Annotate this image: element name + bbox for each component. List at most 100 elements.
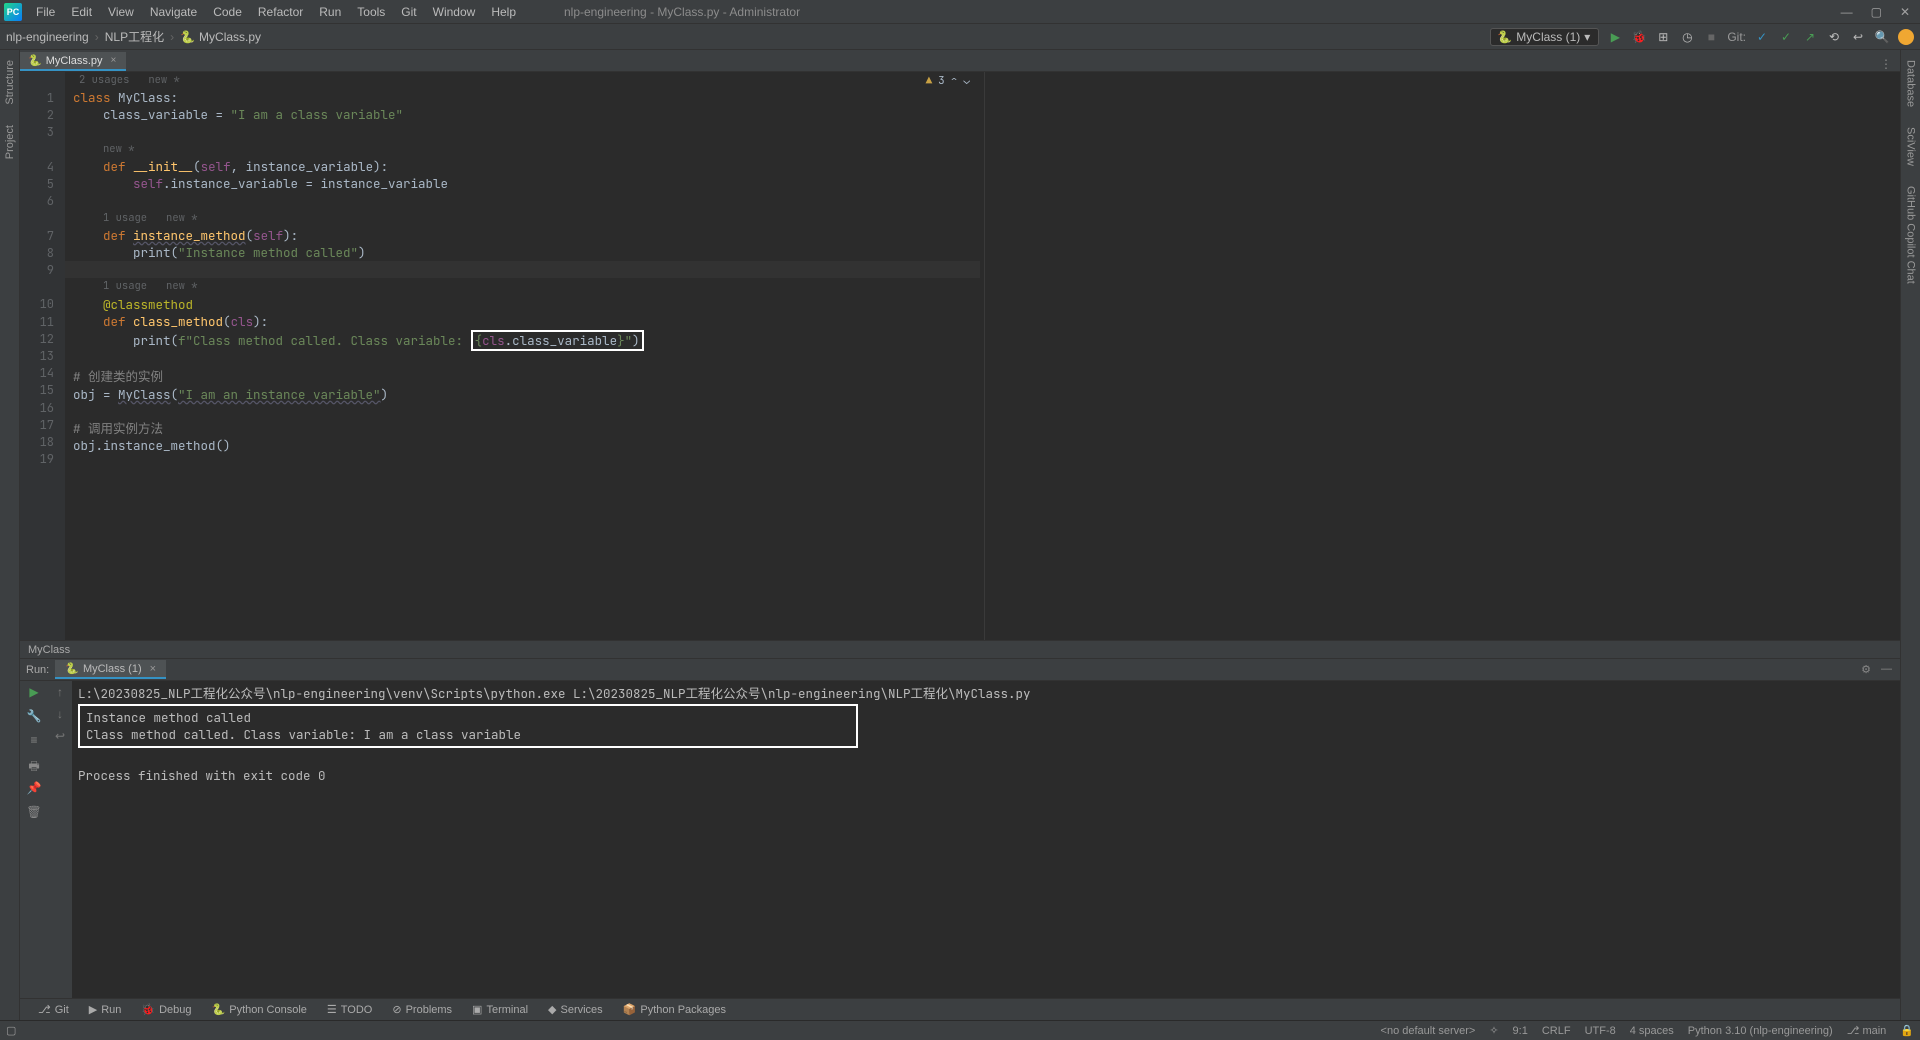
server-status[interactable]: <no default server> [1381, 1025, 1476, 1037]
main-area: Structure Project 🐍 MyClass.py × ⋮ 1 2 3… [0, 50, 1920, 1020]
menu-file[interactable]: File [28, 3, 63, 21]
line-separator[interactable]: CRLF [1542, 1025, 1571, 1037]
menu-window[interactable]: Window [425, 3, 484, 21]
menu-navigate[interactable]: Navigate [142, 3, 205, 21]
exit-message: Process finished with exit code 0 [78, 767, 1894, 784]
copilot-status-icon[interactable]: ✧ [1489, 1024, 1498, 1037]
window-title: nlp-engineering - MyClass.py - Administr… [564, 5, 1841, 19]
project-tool-tab[interactable]: Project [2, 115, 18, 169]
close-tab-icon[interactable]: × [111, 55, 117, 66]
run-button[interactable]: ▶ [1607, 30, 1623, 44]
database-tool-tab[interactable]: Database [1903, 50, 1919, 117]
code-pane[interactable]: ▲ 3 ⌃ ⌄ 2 usages new * class MyClass: cl… [65, 72, 980, 640]
git-tool-tab[interactable]: ⎇Git [28, 1003, 79, 1016]
chevron-down-icon[interactable]: ⌄ [963, 74, 970, 88]
vcs-update-icon[interactable]: ✓ [1754, 30, 1770, 44]
debug-tool-tab[interactable]: 🐞Debug [131, 1003, 201, 1016]
debug-button[interactable]: 🐞 [1631, 30, 1647, 44]
close-tab-icon[interactable]: × [150, 663, 156, 675]
line-num: 18 [20, 434, 54, 451]
file-encoding[interactable]: UTF-8 [1585, 1025, 1616, 1037]
vcs-commit-icon[interactable]: ✓ [1778, 30, 1794, 44]
menu-edit[interactable]: Edit [63, 3, 100, 21]
vcs-history-icon[interactable]: ⟲ [1826, 30, 1842, 44]
console-output[interactable]: L:\20230825_NLP工程化公众号\nlp-engineering\ve… [72, 681, 1900, 998]
problems-tool-tab[interactable]: ⊘Problems [382, 1003, 462, 1016]
line-num: 8 [20, 245, 54, 262]
chevron-up-icon[interactable]: ⌃ [951, 74, 958, 88]
coverage-button[interactable]: ⊞ [1655, 30, 1671, 44]
python-interpreter[interactable]: Python 3.10 (nlp-engineering) [1688, 1025, 1833, 1037]
user-avatar[interactable] [1898, 29, 1914, 45]
chevron-down-icon: ▾ [1584, 30, 1590, 44]
trash-icon[interactable]: 🗑 [26, 805, 42, 821]
git-branch[interactable]: ⎇ main [1847, 1024, 1887, 1037]
run-header: Run: 🐍 MyClass (1) × ⚙ — [20, 659, 1900, 681]
menu-view[interactable]: View [100, 3, 142, 21]
navbar: nlp-engineering › NLP工程化 › 🐍 MyClass.py … [0, 24, 1920, 50]
python-icon: 🐍 [1497, 30, 1512, 44]
up-icon[interactable]: ↑ [57, 685, 63, 699]
copilot-chat-tab[interactable]: GitHub Copilot Chat [1903, 176, 1919, 294]
lock-icon[interactable]: 🔒 [1900, 1024, 1914, 1037]
file-tab-active[interactable]: 🐍 MyClass.py × [20, 52, 126, 71]
tool-window-toggle-icon[interactable]: ▢ [6, 1024, 16, 1037]
menu-git[interactable]: Git [393, 3, 424, 21]
file-tab-label: MyClass.py [46, 55, 103, 67]
line-gutter: 1 2 3 4 5 6 7 8 9 10 11 12 13 14 15 16 1… [20, 72, 65, 640]
hide-icon[interactable]: — [1881, 663, 1892, 676]
breadcrumb-folder[interactable]: NLP工程化 [105, 28, 164, 45]
menu-help[interactable]: Help [483, 3, 524, 21]
line-num: 19 [20, 451, 54, 468]
breadcrumb-file[interactable]: MyClass.py [199, 30, 261, 44]
code-breadcrumb[interactable]: MyClass [20, 640, 1900, 658]
caret-position[interactable]: 9:1 [1513, 1025, 1528, 1037]
window-controls: — ▢ ✕ [1841, 5, 1910, 19]
profile-button[interactable]: ◷ [1679, 30, 1695, 44]
run-actions-left: ▶ 🔧 ≡ 🖶 📌 🗑 [20, 681, 48, 998]
vcs-rollback-icon[interactable]: ↩ [1850, 30, 1866, 44]
structure-tool-tab[interactable]: Structure [2, 50, 18, 115]
wrap-icon[interactable]: ↩ [55, 729, 65, 743]
services-tool-tab[interactable]: ◆Services [538, 1003, 613, 1016]
line-num: 9 [20, 262, 54, 279]
terminal-icon: ▣ [472, 1003, 482, 1016]
python-icon: 🐍 [212, 1003, 226, 1016]
menu-run[interactable]: Run [311, 3, 349, 21]
python-packages-tab[interactable]: 📦Python Packages [613, 1003, 736, 1016]
run-tool-tab[interactable]: ▶Run [79, 1003, 132, 1016]
vcs-push-icon[interactable]: ↗ [1802, 30, 1818, 44]
app-logo: PC [4, 3, 22, 21]
search-everywhere-icon[interactable]: 🔍 [1874, 30, 1890, 44]
run-configuration-dropdown[interactable]: 🐍 MyClass (1) ▾ [1490, 28, 1599, 46]
line-num: 1 [20, 90, 54, 107]
breadcrumb-root[interactable]: nlp-engineering [6, 30, 89, 44]
indent-setting[interactable]: 4 spaces [1630, 1025, 1674, 1037]
play-icon: ▶ [89, 1003, 97, 1016]
down-icon[interactable]: ↓ [57, 707, 63, 721]
branch-icon: ⎇ [1847, 1025, 1863, 1037]
minimize-icon[interactable]: — [1841, 5, 1853, 19]
python-console-tab[interactable]: 🐍Python Console [202, 1003, 317, 1016]
stop-button[interactable]: ■ [1703, 30, 1719, 44]
terminal-tool-tab[interactable]: ▣Terminal [462, 1003, 538, 1016]
run-tab-active[interactable]: 🐍 MyClass (1) × [55, 660, 166, 679]
scroll-icon[interactable]: ≡ [26, 733, 42, 749]
rerun-button[interactable]: ▶ [26, 685, 42, 701]
tab-options-icon[interactable]: ⋮ [1880, 57, 1892, 71]
menu-tools[interactable]: Tools [349, 3, 393, 21]
maximize-icon[interactable]: ▢ [1871, 5, 1882, 19]
todo-tool-tab[interactable]: ☰TODO [317, 1003, 382, 1016]
inspection-widget[interactable]: ▲ 3 ⌃ ⌄ [926, 74, 970, 88]
wrench-icon[interactable]: 🔧 [26, 709, 42, 725]
print-icon[interactable]: 🖶 [26, 757, 42, 773]
close-icon[interactable]: ✕ [1900, 5, 1910, 19]
sciview-tool-tab[interactable]: SciView [1903, 117, 1919, 176]
menu-code[interactable]: Code [205, 3, 250, 21]
pin-icon[interactable]: 📌 [26, 781, 42, 797]
settings-icon[interactable]: ⚙ [1861, 663, 1871, 676]
line-num: 17 [20, 417, 54, 434]
editor-pane-2[interactable] [985, 72, 1900, 640]
menu-refactor[interactable]: Refactor [250, 3, 311, 21]
file-tabs: 🐍 MyClass.py × ⋮ [20, 50, 1900, 72]
